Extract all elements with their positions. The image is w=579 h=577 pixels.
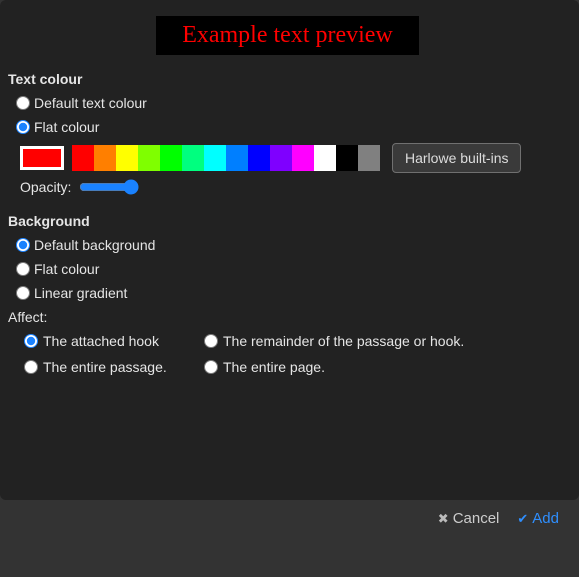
affect-entire-page-radio[interactable]: [204, 360, 218, 374]
dialog-footer: Cancel Add: [0, 500, 579, 537]
palette-swatch-9[interactable]: [270, 145, 292, 171]
palette-swatch-3[interactable]: [138, 145, 160, 171]
background-gradient-radio[interactable]: [16, 286, 30, 300]
text-colour-default-radio[interactable]: [16, 96, 30, 110]
affect-attached-option[interactable]: The attached hook: [24, 333, 184, 349]
background-gradient-option[interactable]: Linear gradient: [16, 285, 567, 301]
check-icon: [517, 510, 528, 527]
cancel-button[interactable]: Cancel: [438, 510, 500, 527]
palette-swatch-8[interactable]: [248, 145, 270, 171]
opacity-label: Opacity:: [20, 179, 71, 195]
palette-swatch-0[interactable]: [72, 145, 94, 171]
harlowe-builtins-button[interactable]: Harlowe built-ins: [392, 143, 521, 173]
palette-swatch-4[interactable]: [160, 145, 182, 171]
palette-swatch-11[interactable]: [314, 145, 336, 171]
selected-colour-swatch[interactable]: [20, 146, 64, 170]
text-colour-default-option[interactable]: Default text colour: [16, 95, 567, 111]
colour-swatch-row: Harlowe built-ins: [20, 143, 567, 173]
affect-heading: Affect:: [8, 309, 567, 325]
opacity-slider[interactable]: [79, 179, 139, 195]
affect-options: The attached hook The remainder of the p…: [24, 333, 567, 375]
affect-remainder-label: The remainder of the passage or hook.: [223, 333, 464, 349]
background-gradient-label: Linear gradient: [34, 285, 127, 301]
palette-swatch-12[interactable]: [336, 145, 358, 171]
cancel-label: Cancel: [453, 510, 500, 527]
affect-remainder-option[interactable]: The remainder of the passage or hook.: [204, 333, 567, 349]
palette-swatch-1[interactable]: [94, 145, 116, 171]
affect-entire-passage-radio[interactable]: [24, 360, 38, 374]
background-default-radio[interactable]: [16, 238, 30, 252]
text-colour-flat-label: Flat colour: [34, 119, 99, 135]
palette-swatch-5[interactable]: [182, 145, 204, 171]
affect-entire-page-label: The entire page.: [223, 359, 325, 375]
preview-container: Example text preview: [8, 8, 567, 69]
background-flat-option[interactable]: Flat colour: [16, 261, 567, 277]
palette-swatch-6[interactable]: [204, 145, 226, 171]
affect-entire-page-option[interactable]: The entire page.: [204, 359, 567, 375]
add-label: Add: [532, 510, 559, 527]
text-colour-flat-option[interactable]: Flat colour: [16, 119, 567, 135]
text-colour-default-label: Default text colour: [34, 95, 147, 111]
affect-entire-passage-label: The entire passage.: [43, 359, 167, 375]
colour-palette: [72, 145, 380, 171]
background-flat-label: Flat colour: [34, 261, 99, 277]
background-heading: Background: [8, 213, 567, 229]
palette-swatch-13[interactable]: [358, 145, 380, 171]
affect-attached-radio[interactable]: [24, 334, 38, 348]
palette-swatch-10[interactable]: [292, 145, 314, 171]
palette-swatch-7[interactable]: [226, 145, 248, 171]
affect-entire-passage-option[interactable]: The entire passage.: [24, 359, 184, 375]
opacity-row: Opacity:: [20, 179, 567, 195]
affect-attached-label: The attached hook: [43, 333, 159, 349]
close-icon: [438, 510, 449, 527]
preview-text: Example text preview: [156, 16, 419, 55]
palette-swatch-2[interactable]: [116, 145, 138, 171]
add-button[interactable]: Add: [517, 510, 559, 527]
text-colour-flat-radio[interactable]: [16, 120, 30, 134]
text-colour-heading: Text colour: [8, 71, 567, 87]
dialog-panel: Example text preview Text colour Default…: [0, 0, 579, 500]
background-default-option[interactable]: Default background: [16, 237, 567, 253]
background-default-label: Default background: [34, 237, 155, 253]
background-flat-radio[interactable]: [16, 262, 30, 276]
affect-remainder-radio[interactable]: [204, 334, 218, 348]
